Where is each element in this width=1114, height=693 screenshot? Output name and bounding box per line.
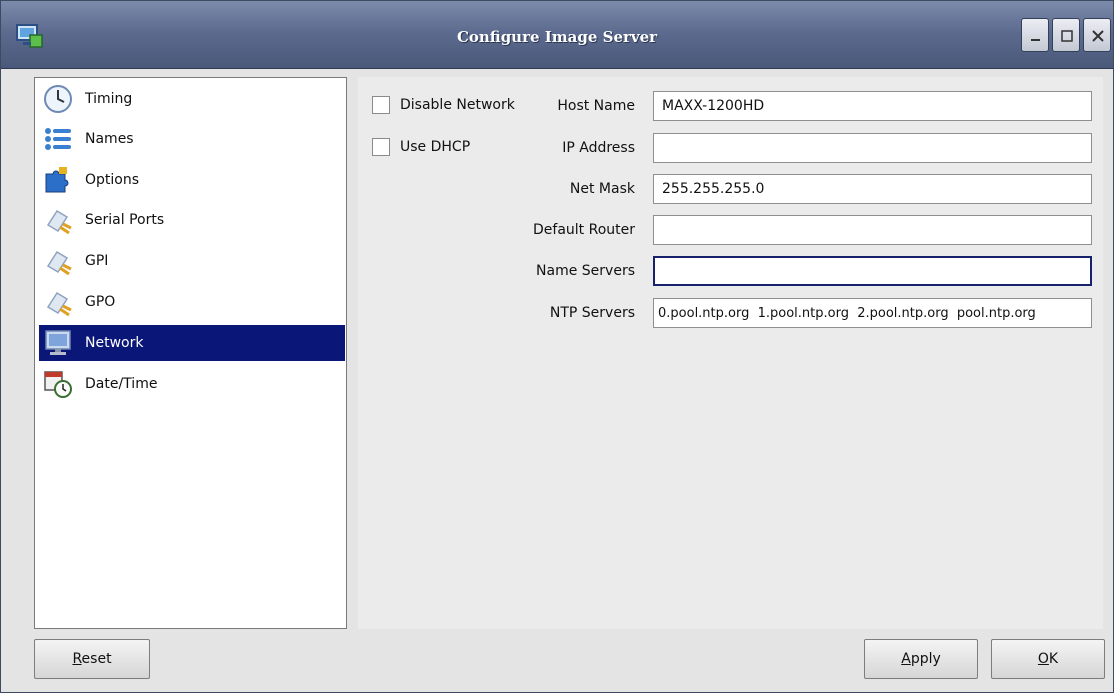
- close-button[interactable]: [1083, 18, 1111, 52]
- sidebar-item-label: Network: [85, 335, 144, 351]
- plug-icon: [46, 291, 72, 317]
- apply-label-rest: pply: [910, 651, 941, 667]
- reset-mnemonic: R: [72, 651, 82, 667]
- sidebar-item-label: Timing: [85, 91, 133, 107]
- host-name-field[interactable]: [653, 91, 1092, 121]
- sidebar-item-options[interactable]: Options: [39, 162, 345, 198]
- ntp-servers-label: NTP Servers: [549, 305, 635, 321]
- sidebar-item-label: Date/Time: [85, 376, 158, 392]
- apply-mnemonic: A: [901, 651, 911, 667]
- ok-label-rest: K: [1048, 651, 1059, 667]
- sidebar-item-label: GPI: [85, 253, 109, 269]
- disable-network-label: Disable Network: [400, 97, 515, 113]
- net-mask-field[interactable]: [653, 174, 1092, 204]
- plug-icon: [46, 250, 72, 276]
- default-router-field[interactable]: [653, 215, 1092, 245]
- sidebar-item-gpi[interactable]: GPI: [39, 243, 345, 279]
- ok-button[interactable]: OK: [991, 639, 1105, 679]
- net-mask-label: Net Mask: [569, 181, 635, 197]
- ok-mnemonic: O: [1037, 651, 1049, 667]
- sidebar-item-timing[interactable]: Timing: [39, 81, 345, 117]
- sidebar-item-label: GPO: [85, 294, 116, 310]
- use-dhcp-checkbox[interactable]: Use DHCP: [372, 138, 470, 156]
- name-servers-field[interactable]: [653, 256, 1092, 286]
- maximize-icon: [1061, 30, 1073, 42]
- sidebar-item-label: Options: [85, 172, 140, 188]
- name-servers-label: Name Servers: [536, 263, 635, 279]
- apply-button[interactable]: Apply: [864, 639, 978, 679]
- clock-icon: [44, 85, 72, 113]
- calendar-clock-icon: [44, 371, 72, 398]
- sidebar-item-serial-ports[interactable]: Serial Ports: [39, 202, 345, 238]
- ntp-servers-field[interactable]: [653, 298, 1092, 328]
- reset-label-rest: eset: [81, 651, 112, 667]
- configure-image-server-window: Configure Image Server Timing Names Opti…: [0, 0, 1114, 693]
- ip-address-label: IP Address: [562, 140, 635, 156]
- puzzle-icon: [45, 167, 69, 193]
- disable-network-checkbox[interactable]: Disable Network: [372, 96, 515, 114]
- maximize-button[interactable]: [1052, 18, 1080, 52]
- category-list[interactable]: Timing Names Options Serial Ports GPI GP…: [34, 77, 347, 629]
- checkbox-box[interactable]: [372, 138, 390, 156]
- sidebar-item-names[interactable]: Names: [39, 121, 345, 157]
- plug-icon: [46, 209, 72, 235]
- monitor-icon: [45, 330, 71, 355]
- reset-button[interactable]: Reset: [34, 639, 150, 679]
- checkbox-box[interactable]: [372, 96, 390, 114]
- use-dhcp-label: Use DHCP: [400, 139, 471, 155]
- sidebar-item-network[interactable]: Network: [39, 325, 345, 361]
- sidebar-item-label: Serial Ports: [85, 212, 165, 228]
- ip-address-field[interactable]: [653, 133, 1092, 163]
- minimize-button[interactable]: [1021, 18, 1049, 52]
- window-title: Configure Image Server: [456, 28, 658, 46]
- network-settings-panel: Disable Network Use DHCP Host Name IP Ad…: [358, 77, 1103, 629]
- close-icon: [1092, 30, 1104, 42]
- minimize-icon: [1031, 39, 1040, 41]
- default-router-label: Default Router: [533, 222, 635, 238]
- sidebar-item-label: Names: [85, 131, 134, 147]
- host-name-label: Host Name: [557, 98, 635, 114]
- title-bar[interactable]: Configure Image Server: [1, 1, 1113, 69]
- sidebar-item-date-time[interactable]: Date/Time: [39, 366, 345, 402]
- sidebar-item-gpo[interactable]: GPO: [39, 284, 345, 320]
- list-icon: [45, 128, 71, 150]
